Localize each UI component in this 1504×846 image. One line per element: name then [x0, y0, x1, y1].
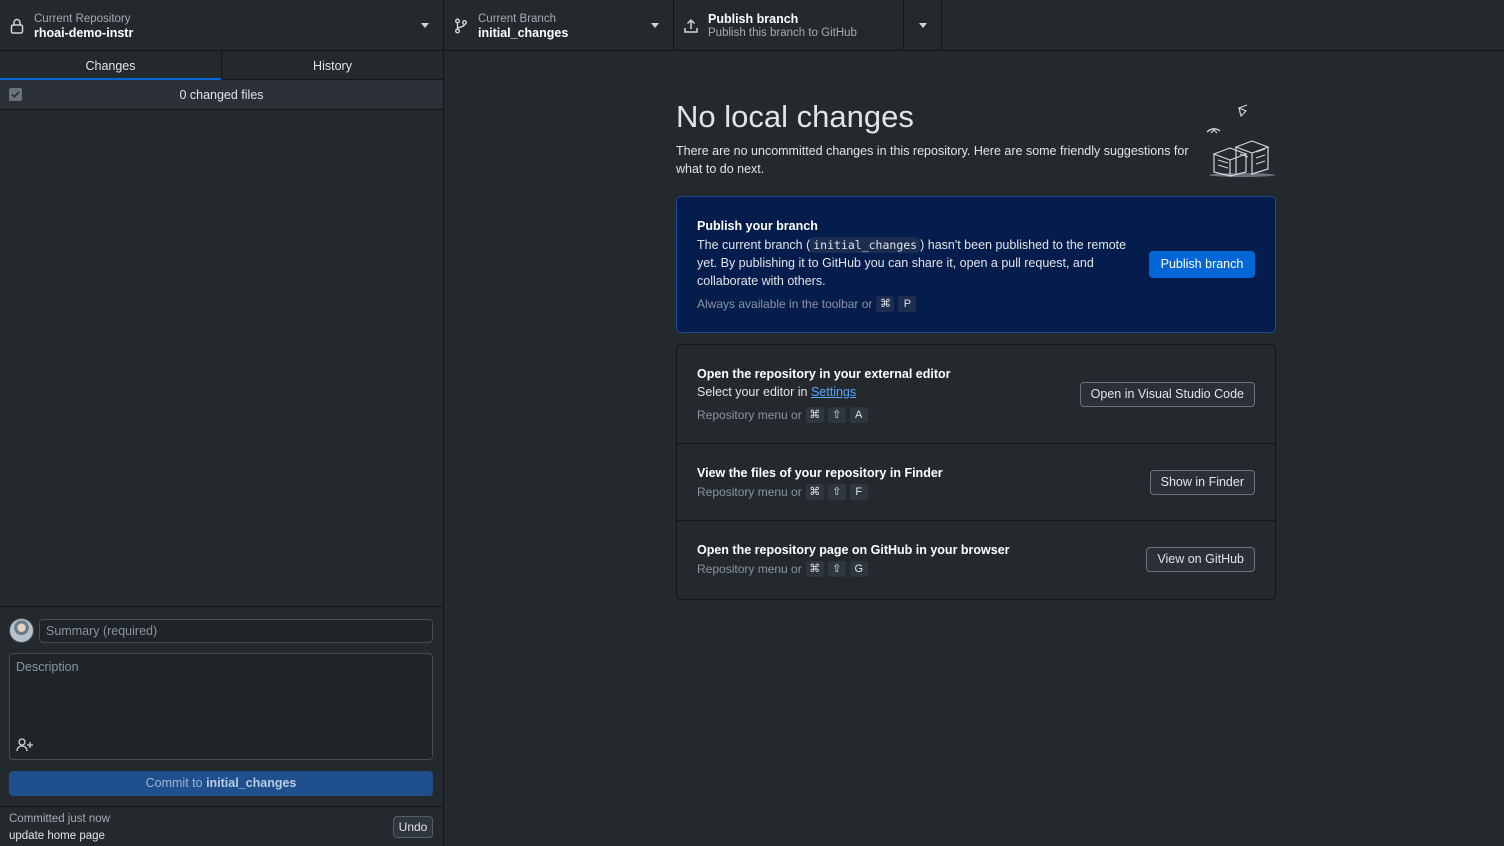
- open-editor-subtitle: Select your editor in Settings: [697, 385, 856, 399]
- open-editor-hint: Repository menu or: [697, 408, 802, 422]
- last-commit-message: update home page: [9, 830, 105, 842]
- current-branch-name: initial_changes: [478, 25, 569, 40]
- shift-key: ⇧: [827, 561, 846, 577]
- open-editor-title: Open the repository in your external edi…: [697, 367, 951, 381]
- view-on-github-button[interactable]: View on GitHub: [1146, 547, 1255, 572]
- last-commit-time: Committed just now: [9, 813, 110, 825]
- toolbar: Current Repository rhoai-demo-instr Curr…: [0, 0, 1504, 51]
- open-editor-shortcut: Repository menu or ⌘ ⇧ A: [697, 407, 868, 423]
- empty-state-illustration: [1206, 102, 1276, 181]
- current-repository-selector[interactable]: Current Repository rhoai-demo-instr: [0, 0, 444, 51]
- action-open-editor: Open the repository in your external edi…: [677, 345, 1275, 444]
- page-subtitle: There are no uncommitted changes in this…: [676, 144, 1189, 176]
- add-coauthor-icon[interactable]: [16, 738, 34, 755]
- show-finder-hint: Repository menu or: [697, 485, 802, 499]
- chevron-down-icon: [918, 23, 927, 28]
- publish-branch-dropdown[interactable]: [904, 0, 942, 51]
- git-branch-icon: [444, 18, 478, 34]
- summary-input[interactable]: Summary (required): [39, 619, 433, 643]
- page-title: No local changes: [676, 99, 914, 134]
- show-finder-title: View the files of your repository in Fin…: [697, 466, 943, 480]
- commit-area: Summary (required) Description Commit to…: [0, 606, 443, 846]
- publish-desc-before: The current branch (: [697, 238, 811, 252]
- command-key: ⌘: [805, 561, 824, 577]
- action-show-in-finder: View the files of your repository in Fin…: [677, 444, 1275, 521]
- commit-button[interactable]: Commit to initial_changes: [9, 771, 433, 796]
- branch-code: initial_changes: [810, 237, 921, 253]
- action-view-on-github: Open the repository page on GitHub in yo…: [677, 521, 1275, 599]
- shift-key: ⇧: [827, 407, 846, 423]
- publish-branch-toolbar-button[interactable]: Publish branch Publish this branch to Gi…: [674, 0, 904, 51]
- shift-key: ⇧: [827, 484, 846, 500]
- publish-card-title: Publish your branch: [697, 219, 818, 233]
- command-key: ⌘: [805, 407, 824, 423]
- commit-button-branch: initial_changes: [206, 776, 297, 790]
- publish-branch-button[interactable]: Publish branch: [1149, 251, 1255, 278]
- command-key: ⌘: [805, 484, 824, 500]
- view-github-hint: Repository menu or: [697, 562, 802, 576]
- tab-history[interactable]: History: [221, 52, 443, 79]
- current-branch-label: Current Branch: [478, 12, 556, 25]
- select-all-checkbox[interactable]: [9, 88, 22, 101]
- sidebar-tabs: Changes History: [0, 52, 443, 80]
- no-changes-content: No local changes There are no uncommitte…: [676, 98, 1276, 600]
- suggested-actions: Open the repository in your external edi…: [676, 344, 1276, 600]
- last-commit: Committed just now update home page Undo: [0, 806, 443, 846]
- main-panel: No local changes There are no uncommitte…: [445, 52, 1504, 846]
- f-key: F: [849, 484, 868, 500]
- publish-branch-card: Publish your branch The current branch (…: [676, 196, 1276, 333]
- avatar: [9, 618, 34, 643]
- chevron-down-icon: [421, 23, 429, 28]
- command-key: ⌘: [876, 296, 895, 312]
- commit-button-prefix: Commit to: [145, 776, 207, 790]
- changed-files-header: 0 changed files: [0, 80, 443, 110]
- publish-branch-sublabel: Publish this branch to GitHub: [708, 26, 857, 39]
- publish-card-description: The current branch (initial_changes) has…: [697, 236, 1137, 290]
- undo-button[interactable]: Undo: [393, 816, 433, 838]
- description-placeholder: Description: [16, 660, 79, 674]
- open-in-vscode-button[interactable]: Open in Visual Studio Code: [1079, 382, 1255, 407]
- p-key: P: [898, 296, 917, 312]
- g-key: G: [849, 561, 868, 577]
- view-github-title: Open the repository page on GitHub in yo…: [697, 543, 1010, 557]
- publish-hint-text: Always available in the toolbar or: [697, 297, 873, 311]
- show-finder-shortcut: Repository menu or ⌘ ⇧ F: [697, 484, 868, 500]
- description-input[interactable]: Description: [9, 653, 433, 760]
- chevron-down-icon: [651, 23, 659, 28]
- current-branch-selector[interactable]: Current Branch initial_changes: [444, 0, 674, 51]
- lock-icon: [0, 18, 34, 34]
- show-in-finder-button[interactable]: Show in Finder: [1149, 470, 1255, 495]
- tab-changes[interactable]: Changes: [0, 52, 221, 80]
- publish-branch-label: Publish branch: [708, 11, 799, 26]
- settings-link[interactable]: Settings: [811, 385, 856, 399]
- publish-shortcut-hint: Always available in the toolbar or ⌘ P: [697, 296, 917, 312]
- current-repository-label: Current Repository: [34, 12, 131, 25]
- upload-icon: [674, 18, 708, 34]
- changed-files-count: 0 changed files: [179, 87, 264, 102]
- a-key: A: [849, 407, 868, 423]
- view-github-shortcut: Repository menu or ⌘ ⇧ G: [697, 561, 868, 577]
- sidebar: Changes History 0 changed files Summary …: [0, 52, 444, 846]
- open-editor-sub-text: Select your editor in: [697, 385, 811, 399]
- current-repository-name: rhoai-demo-instr: [34, 25, 134, 40]
